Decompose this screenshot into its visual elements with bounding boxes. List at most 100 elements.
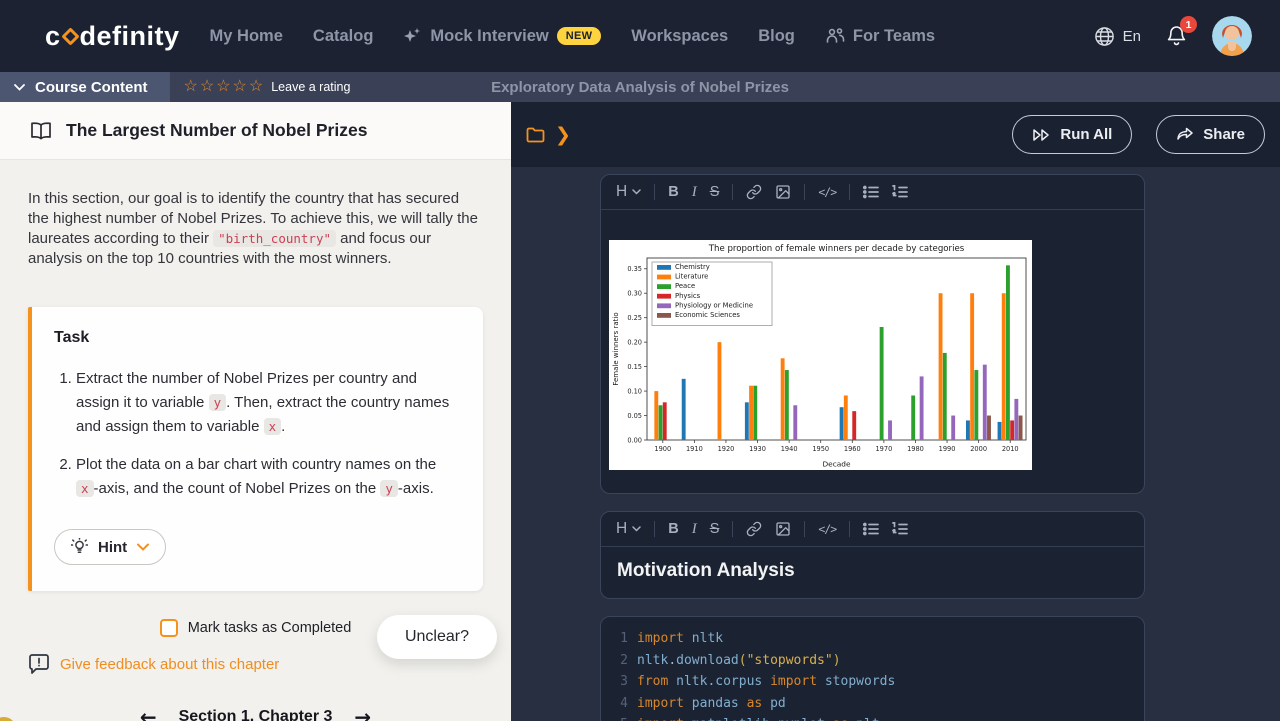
user-avatar[interactable]	[1212, 16, 1252, 56]
bold-button[interactable]: B	[668, 521, 678, 537]
feedback-bubble-icon	[28, 654, 50, 675]
chevron-down-icon	[137, 543, 149, 551]
sparkle-icon	[403, 27, 422, 46]
hint-button[interactable]: Hint	[54, 529, 166, 565]
people-icon	[825, 27, 845, 45]
inline-code-y: y	[380, 480, 398, 497]
globe-icon	[1094, 26, 1115, 47]
image-icon	[775, 184, 791, 200]
code-editor[interactable]: 1import nltk2nltk.download("stopwords")3…	[601, 617, 1144, 721]
star-icon[interactable]: ☆	[200, 79, 214, 95]
nav-item-workspaces[interactable]: Workspaces	[631, 27, 728, 46]
lesson-title: The Largest Number of Nobel Prizes	[66, 120, 367, 141]
numbered-list-button[interactable]	[892, 522, 908, 536]
chevron-down-icon	[632, 189, 641, 195]
code-line[interactable]: 3from nltk.corpus import stopwords	[601, 671, 1144, 693]
share-button[interactable]: Share	[1156, 115, 1265, 154]
folder-icon[interactable]	[526, 126, 545, 143]
line-number: 4	[610, 693, 628, 715]
logo-text-left: c	[45, 21, 61, 52]
heading-style-dropdown[interactable]: H	[616, 183, 641, 201]
image-button[interactable]	[775, 521, 791, 537]
prev-chapter-arrow[interactable]: ←	[140, 705, 157, 721]
nav-item-for-teams[interactable]: For Teams	[825, 27, 935, 46]
svg-text:0.15: 0.15	[627, 363, 642, 371]
svg-text:1950: 1950	[812, 445, 829, 453]
top-navbar: c definity My Home Catalog Mock Intervie…	[0, 0, 1280, 72]
svg-text:0.05: 0.05	[627, 412, 642, 420]
unclear-button[interactable]: Unclear?	[377, 615, 497, 659]
italic-button[interactable]: I	[692, 184, 697, 201]
markdown-heading[interactable]: Motivation Analysis	[601, 547, 1144, 598]
svg-text:0.35: 0.35	[627, 265, 642, 273]
code-button[interactable]: </>	[818, 185, 836, 199]
code-line[interactable]: 2nltk.download("stopwords")	[601, 650, 1144, 672]
code-button[interactable]: </>	[818, 522, 836, 536]
link-button[interactable]	[746, 521, 762, 537]
star-icon[interactable]: ☆	[184, 79, 198, 95]
mark-completed-checkbox[interactable]	[160, 619, 178, 637]
notebook-cells: H B I S </> The proportion of female win…	[511, 167, 1280, 721]
task-heading: Task	[54, 329, 459, 347]
nav-item-mock-interview[interactable]: Mock Interview NEW	[403, 27, 601, 46]
bullet-list-button[interactable]	[863, 185, 879, 199]
svg-text:1980: 1980	[907, 445, 924, 453]
numbered-list-icon	[892, 522, 908, 536]
language-selector[interactable]: En	[1094, 26, 1141, 47]
nav-item-catalog[interactable]: Catalog	[313, 27, 374, 46]
svg-text:Female winners ratio: Female winners ratio	[612, 312, 620, 385]
notebook-panel: ❯ Run All Share H B I S	[511, 102, 1280, 721]
svg-text:Chemistry: Chemistry	[675, 263, 710, 271]
chapter-navigation: ← Section 1. Chapter 3 →	[28, 705, 483, 721]
notebook-topbar: ❯ Run All Share	[511, 102, 1280, 167]
star-icon[interactable]: ☆	[216, 79, 230, 95]
link-icon	[746, 521, 762, 537]
strikethrough-button[interactable]: S	[710, 184, 720, 200]
line-number: 5	[610, 714, 628, 721]
lesson-header: The Largest Number of Nobel Prizes	[0, 102, 511, 160]
nav-item-my-home[interactable]: My Home	[210, 27, 283, 46]
strikethrough-button[interactable]: S	[710, 521, 720, 537]
female-winners-chart: The proportion of female winners per dec…	[609, 240, 1032, 470]
notifications-button[interactable]: 1	[1165, 24, 1188, 48]
heading-style-dropdown[interactable]: H	[616, 520, 641, 538]
codefinity-logo[interactable]: c definity	[45, 21, 180, 52]
svg-text:Physiology or Medicine: Physiology or Medicine	[675, 301, 753, 309]
code-line[interactable]: 5import matplotlib.pyplot as plt	[601, 714, 1144, 721]
chevron-right-icon[interactable]: ❯	[555, 124, 571, 146]
feedback-link[interactable]: Give feedback about this chapter	[60, 656, 279, 673]
chat-widget-stub[interactable]	[0, 717, 16, 721]
nav-item-blog[interactable]: Blog	[758, 27, 795, 46]
lesson-intro: In this section, our goal is to identify…	[28, 189, 483, 269]
course-title: Exploratory Data Analysis of Nobel Prize…	[491, 79, 789, 96]
section-chapter-label: Section 1. Chapter 3	[179, 708, 333, 721]
hint-label: Hint	[98, 539, 127, 556]
italic-button[interactable]: I	[692, 521, 697, 538]
star-icon[interactable]: ☆	[249, 79, 263, 95]
bullet-list-button[interactable]	[863, 522, 879, 536]
code-line[interactable]: 1import nltk	[601, 628, 1144, 650]
run-all-button[interactable]: Run All	[1012, 115, 1132, 154]
svg-text:Decade: Decade	[822, 460, 851, 469]
bold-button[interactable]: B	[668, 184, 678, 200]
notebook-cell-chart: H B I S </> The proportion of female win…	[600, 174, 1145, 494]
rating-stars: ☆ ☆ ☆ ☆ ☆	[184, 79, 264, 95]
link-button[interactable]	[746, 184, 762, 200]
notebook-cell-markdown: H B I S </> Motivation Analysis	[600, 511, 1145, 599]
numbered-list-button[interactable]	[892, 185, 908, 199]
lesson-panel: The Largest Number of Nobel Prizes In th…	[0, 102, 511, 721]
course-content-toggle[interactable]: Course Content	[0, 72, 170, 102]
svg-text:2010: 2010	[1002, 445, 1019, 453]
course-bar: Course Content ☆ ☆ ☆ ☆ ☆ Leave a rating …	[0, 72, 1280, 102]
run-all-icon	[1032, 128, 1051, 142]
svg-text:Peace: Peace	[675, 282, 695, 290]
svg-text:0.20: 0.20	[627, 338, 642, 346]
new-badge: NEW	[557, 27, 602, 45]
numbered-list-icon	[892, 185, 908, 199]
star-icon[interactable]: ☆	[233, 79, 247, 95]
next-chapter-arrow[interactable]: →	[354, 705, 371, 721]
image-button[interactable]	[775, 184, 791, 200]
code-line[interactable]: 4import pandas as pd	[601, 693, 1144, 715]
svg-text:1960: 1960	[844, 445, 861, 453]
link-icon	[746, 184, 762, 200]
